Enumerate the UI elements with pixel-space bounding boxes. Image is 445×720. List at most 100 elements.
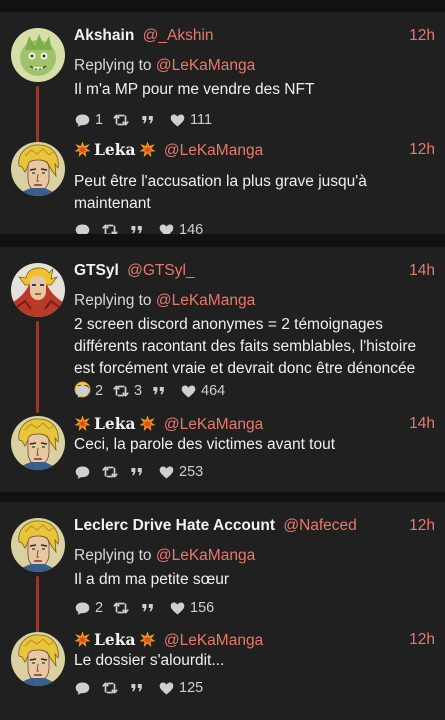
retweet-button[interactable]: 3: [112, 381, 142, 401]
username[interactable]: @LeKaManga: [164, 416, 263, 433]
tweet-header: Leka @LeKaManga 14h: [74, 412, 435, 436]
retweet-icon: [101, 463, 119, 481]
avatar[interactable]: [11, 142, 65, 196]
replying-to-label: Replying to: [74, 547, 152, 564]
retweet-button[interactable]: [112, 110, 130, 130]
timestamp[interactable]: 14h: [409, 412, 435, 436]
heart-icon: [158, 464, 175, 481]
display-name[interactable]: Leka: [94, 414, 136, 433]
avatar[interactable]: [11, 518, 65, 572]
reply-count: 1: [95, 112, 104, 128]
replying-to-handle[interactable]: @LeKaManga: [156, 547, 255, 564]
avatar[interactable]: [11, 263, 65, 317]
timestamp[interactable]: 12h: [409, 24, 435, 48]
timestamp[interactable]: 12h: [409, 628, 435, 652]
tweet[interactable]: GTSyl @GTSyl_ 14h Replying to @LeKaManga…: [0, 259, 445, 399]
display-name[interactable]: Leka: [94, 630, 136, 649]
quote-button[interactable]: [129, 678, 145, 698]
heart-icon: [158, 680, 175, 697]
collision-emoji-icon: [139, 631, 156, 648]
quote-button[interactable]: [151, 381, 167, 401]
quote-icon: [140, 600, 156, 616]
heart-icon: [169, 112, 186, 129]
like-button[interactable]: 156: [169, 598, 214, 618]
like-button[interactable]: 253: [158, 462, 203, 482]
replying-to: Replying to @LeKaManga: [74, 290, 255, 312]
timestamp[interactable]: 12h: [409, 514, 435, 538]
tweet[interactable]: Leka @LeKaManga 12h Le dossier s'alourdi…: [0, 628, 445, 708]
thread-separator: [0, 234, 445, 247]
green-monster-avatar-icon: [11, 28, 65, 82]
quote-icon: [140, 112, 156, 128]
retweet-button[interactable]: [112, 598, 130, 618]
tweet-text: 2 screen discord anonymes = 2 témoignage…: [74, 316, 417, 377]
heart-icon: [169, 600, 186, 617]
tweet[interactable]: Leka @LeKaManga 12h Peut être l'accusati…: [0, 138, 445, 238]
quote-button[interactable]: [140, 598, 156, 618]
reply-button[interactable]: 2: [74, 381, 103, 401]
reply-button[interactable]: 1: [74, 110, 103, 130]
reply-button[interactable]: [74, 678, 91, 698]
retweet-count: 3: [134, 383, 143, 399]
display-name[interactable]: Leclerc Drive Hate Account: [74, 517, 275, 534]
quote-button[interactable]: [140, 110, 156, 130]
heart-icon: [180, 383, 197, 400]
tweet-header: Leka @LeKaManga 12h: [74, 628, 435, 652]
display-name[interactable]: Akshain: [74, 27, 134, 44]
blonde-character-avatar-icon: [11, 416, 65, 470]
thread-3: Leclerc Drive Hate Account @Nafeced 12h …: [0, 502, 445, 720]
like-count: 111: [190, 112, 213, 128]
retweet-icon: [112, 382, 130, 400]
reply-button[interactable]: 2: [74, 598, 103, 618]
collision-emoji-icon: [139, 415, 156, 432]
like-button[interactable]: 111: [169, 110, 212, 130]
avatar[interactable]: [11, 632, 65, 686]
retweet-icon: [112, 111, 130, 129]
collision-emoji-icon: [74, 415, 91, 432]
thread-separator: [0, 492, 445, 502]
reply-icon: [74, 680, 91, 697]
username[interactable]: @GTSyl_: [127, 262, 194, 279]
quote-button[interactable]: [129, 462, 145, 482]
replying-to-handle[interactable]: @LeKaManga: [156, 292, 255, 309]
blonde-character-avatar-icon: [11, 142, 65, 196]
replying-to: Replying to @LeKaManga: [74, 545, 255, 567]
username[interactable]: @LeKaManga: [164, 142, 263, 159]
like-count: 464: [201, 383, 226, 399]
timestamp[interactable]: 14h: [409, 259, 435, 283]
tweet[interactable]: Akshain @_Akshin 12h Replying to @LeKaMa…: [0, 24, 445, 128]
reply-button[interactable]: [74, 462, 91, 482]
retweet-button[interactable]: [101, 678, 119, 698]
reply-icon: [74, 600, 91, 617]
tweet-text: Il a dm ma petite sœur: [74, 571, 230, 588]
reply-icon: [74, 464, 91, 481]
tweet[interactable]: Leka @LeKaManga 14h Ceci, la parole des …: [0, 412, 445, 492]
tweet[interactable]: Leclerc Drive Hate Account @Nafeced 12h …: [0, 514, 445, 616]
thread-1: Akshain @_Akshin 12h Replying to @LeKaMa…: [0, 12, 445, 238]
avatar[interactable]: [11, 28, 65, 82]
thread-2: GTSyl @GTSyl_ 14h Replying to @LeKaManga…: [0, 247, 445, 492]
replying-to-handle[interactable]: @LeKaManga: [156, 57, 255, 74]
anime-fighter-avatar-icon: [11, 263, 65, 317]
tweet-text: Peut être l'accusation la plus grave jus…: [74, 173, 367, 212]
tweet-text: Il m'a MP pour me vendre des NFT: [74, 81, 315, 98]
collision-emoji-icon: [139, 141, 156, 158]
display-name[interactable]: Leka: [94, 140, 136, 159]
timestamp[interactable]: 12h: [409, 138, 435, 162]
retweet-button[interactable]: [101, 462, 119, 482]
retweet-icon: [101, 679, 119, 697]
like-button[interactable]: 125: [158, 678, 203, 698]
display-name[interactable]: GTSyl: [74, 262, 119, 279]
like-count: 253: [179, 464, 204, 480]
like-button[interactable]: 464: [180, 381, 225, 401]
blonde-character-avatar-icon: [11, 518, 65, 572]
username[interactable]: @LeKaManga: [164, 632, 263, 649]
quote-icon: [151, 383, 167, 399]
reply-count: 2: [95, 383, 104, 399]
avatar[interactable]: [11, 416, 65, 470]
blonde-character-avatar-icon: [11, 632, 65, 686]
tweet-header: Leclerc Drive Hate Account @Nafeced 12h: [74, 514, 435, 538]
tweet-text: Le dossier s'alourdit...: [74, 652, 225, 669]
username[interactable]: @_Akshin: [143, 27, 214, 44]
username[interactable]: @Nafeced: [283, 517, 356, 534]
